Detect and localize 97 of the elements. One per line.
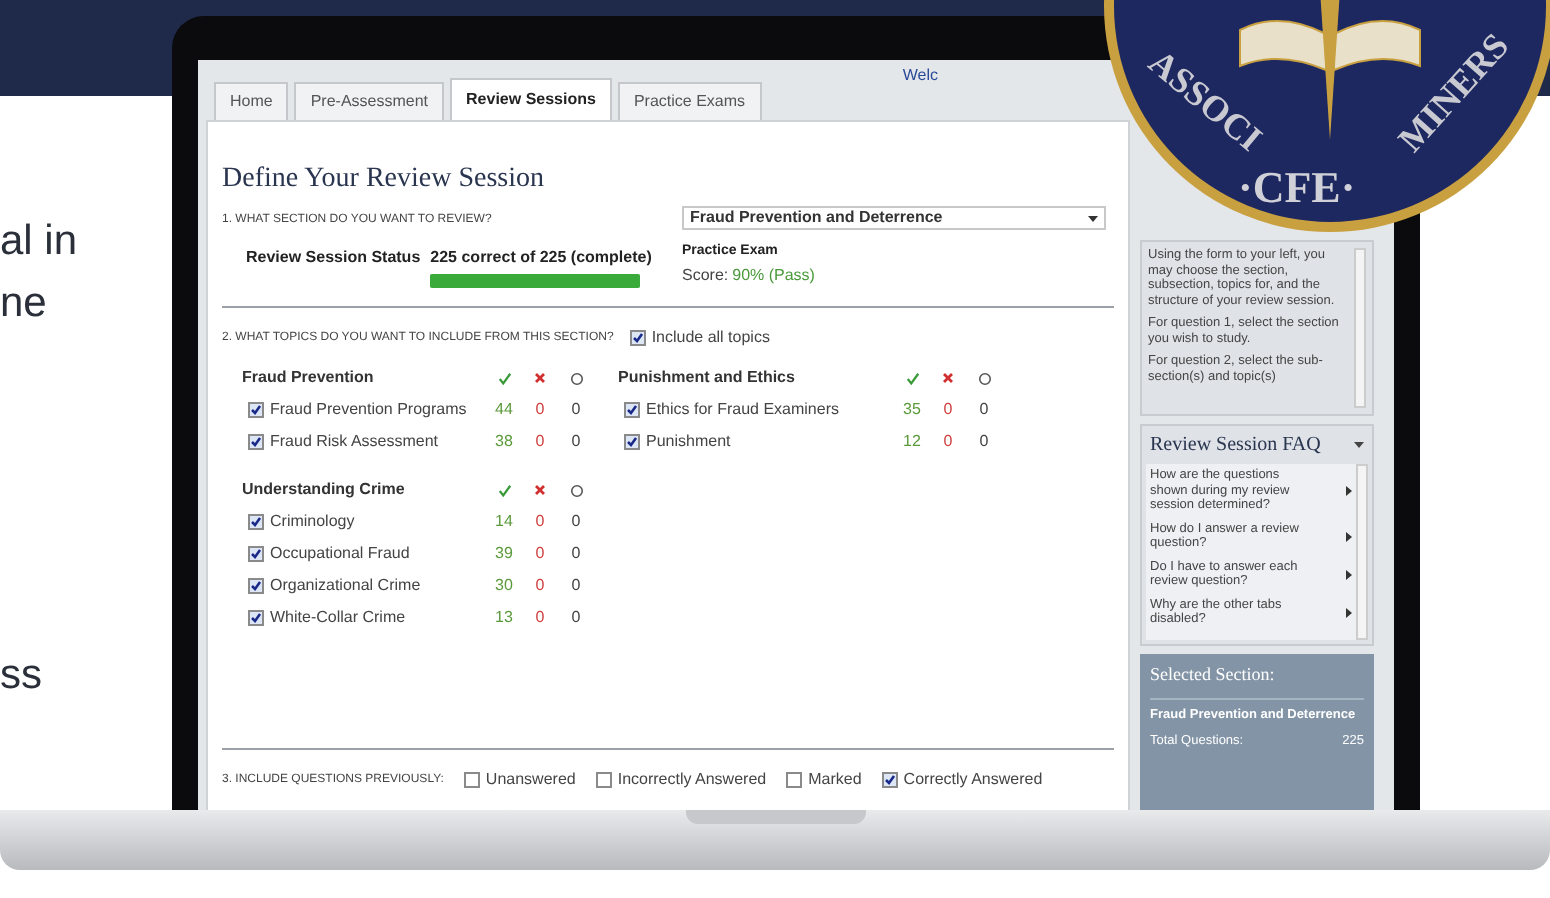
expand-arrow-icon	[1346, 607, 1352, 617]
checkbox[interactable]	[248, 514, 264, 530]
correct-count: 13	[493, 606, 515, 630]
dropdown-caret-icon	[1088, 215, 1098, 221]
tab[interactable]: Practice Exams	[617, 82, 762, 120]
group-title: Punishment and Ethics	[618, 366, 797, 390]
selected-section-title: Selected Section:	[1150, 662, 1277, 688]
unanswered-count: 0	[569, 606, 583, 630]
incorrect-count: 0	[533, 542, 547, 566]
correct-count: 44	[493, 398, 515, 422]
topic-label: Punishment	[646, 430, 731, 454]
circle-icon	[569, 483, 583, 497]
incorrect-count: 0	[533, 574, 547, 598]
expand-arrow-icon	[1346, 569, 1352, 579]
checkbox[interactable]	[624, 402, 640, 418]
include-all-label: Include all topics	[651, 326, 770, 350]
correct-count: 14	[493, 510, 515, 534]
group-title: Fraud Prevention	[242, 366, 376, 390]
unanswered-count: 0	[977, 398, 991, 422]
checkbox[interactable]	[248, 610, 264, 626]
checkbox[interactable]	[248, 578, 264, 594]
faq-title: Review Session FAQ	[1150, 432, 1321, 460]
background-text: ss	[0, 650, 42, 702]
checkmark-icon	[626, 404, 638, 416]
checkmark-icon	[250, 580, 262, 592]
checkbox[interactable]	[595, 772, 612, 788]
correct-count: 39	[493, 542, 515, 566]
incorrect-count: 0	[533, 510, 547, 534]
scrollbar[interactable]	[1356, 464, 1368, 640]
checkbox[interactable]	[624, 434, 640, 450]
status-label: Review Session Status	[246, 246, 421, 270]
group-title: Understanding Crime	[242, 478, 407, 502]
incorrect-count: 0	[941, 430, 955, 454]
unanswered-count: 0	[569, 574, 583, 598]
checkbox[interactable]	[881, 772, 898, 788]
checkbox[interactable]	[248, 402, 264, 418]
checkmark-icon	[883, 774, 896, 786]
checkbox[interactable]	[248, 434, 264, 450]
unanswered-count: 0	[977, 430, 991, 454]
topic-label: White-Collar Crime	[270, 606, 406, 630]
topic-label: Fraud Risk Assessment	[270, 430, 439, 454]
incorrect-count: 0	[533, 430, 547, 454]
status-value: 225 correct of 225 (complete)	[430, 246, 652, 270]
unanswered-count: 0	[569, 542, 583, 566]
incorrect-count: 0	[941, 398, 955, 422]
checkmark-icon	[626, 436, 638, 448]
option-label: Unanswered	[485, 768, 576, 792]
checkbox[interactable]	[463, 772, 480, 788]
check-icon	[497, 371, 511, 385]
check-icon	[905, 371, 919, 385]
cross-icon	[942, 372, 954, 384]
correct-count: 35	[901, 398, 923, 422]
topic-label: Ethics for Fraud Examiners	[646, 398, 839, 422]
welcome-text: Welc	[902, 64, 938, 88]
topic-label: Criminology	[270, 510, 355, 534]
checkbox[interactable]	[248, 546, 264, 562]
collapse-caret-icon	[1354, 442, 1364, 448]
score-label: Score:	[682, 263, 729, 287]
option-label: Incorrectly Answered	[617, 768, 767, 792]
topic-label: Occupational Fraud	[270, 542, 410, 566]
scrollbar[interactable]	[1354, 248, 1366, 408]
topic-label: Organizational Crime	[270, 574, 421, 598]
unanswered-count: 0	[569, 510, 583, 534]
check-icon	[497, 483, 511, 497]
checkmark-icon	[631, 332, 644, 344]
correct-count: 30	[493, 574, 515, 598]
checkmark-icon	[250, 612, 262, 624]
incorrect-count: 0	[533, 398, 547, 422]
circle-icon	[977, 371, 991, 385]
topic-label: Fraud Prevention Programs	[270, 398, 467, 422]
incorrect-count: 0	[533, 606, 547, 630]
checkbox[interactable]	[629, 330, 646, 346]
correct-count: 38	[493, 430, 515, 454]
checkbox[interactable]	[786, 772, 803, 788]
seal-text: ·CFE·	[1238, 160, 1356, 216]
checkmark-icon	[250, 404, 262, 416]
page-title: Define Your Review Session	[222, 162, 546, 198]
score-value: 90% (Pass)	[732, 263, 815, 287]
correct-count: 12	[901, 430, 923, 454]
background-text: al in	[0, 216, 78, 268]
circle-icon	[569, 371, 583, 385]
option-label: Marked	[808, 768, 862, 792]
option-label: Correctly Answered	[903, 768, 1043, 792]
cross-icon	[534, 372, 546, 384]
background-text: ne	[0, 278, 47, 330]
tab[interactable]: Home	[214, 82, 289, 120]
section-select[interactable]: Fraud Prevention and Deterrence	[682, 206, 1106, 230]
unanswered-count: 0	[569, 430, 583, 454]
tab[interactable]: Review Sessions	[450, 78, 612, 120]
checkmark-icon	[250, 516, 262, 528]
unanswered-count: 0	[569, 398, 583, 422]
checkmark-icon	[250, 436, 262, 448]
cross-icon	[534, 484, 546, 496]
tab[interactable]: Pre-Assessment	[294, 82, 445, 120]
checkmark-icon	[250, 548, 262, 560]
expand-arrow-icon	[1346, 531, 1352, 541]
expand-arrow-icon	[1346, 485, 1352, 496]
